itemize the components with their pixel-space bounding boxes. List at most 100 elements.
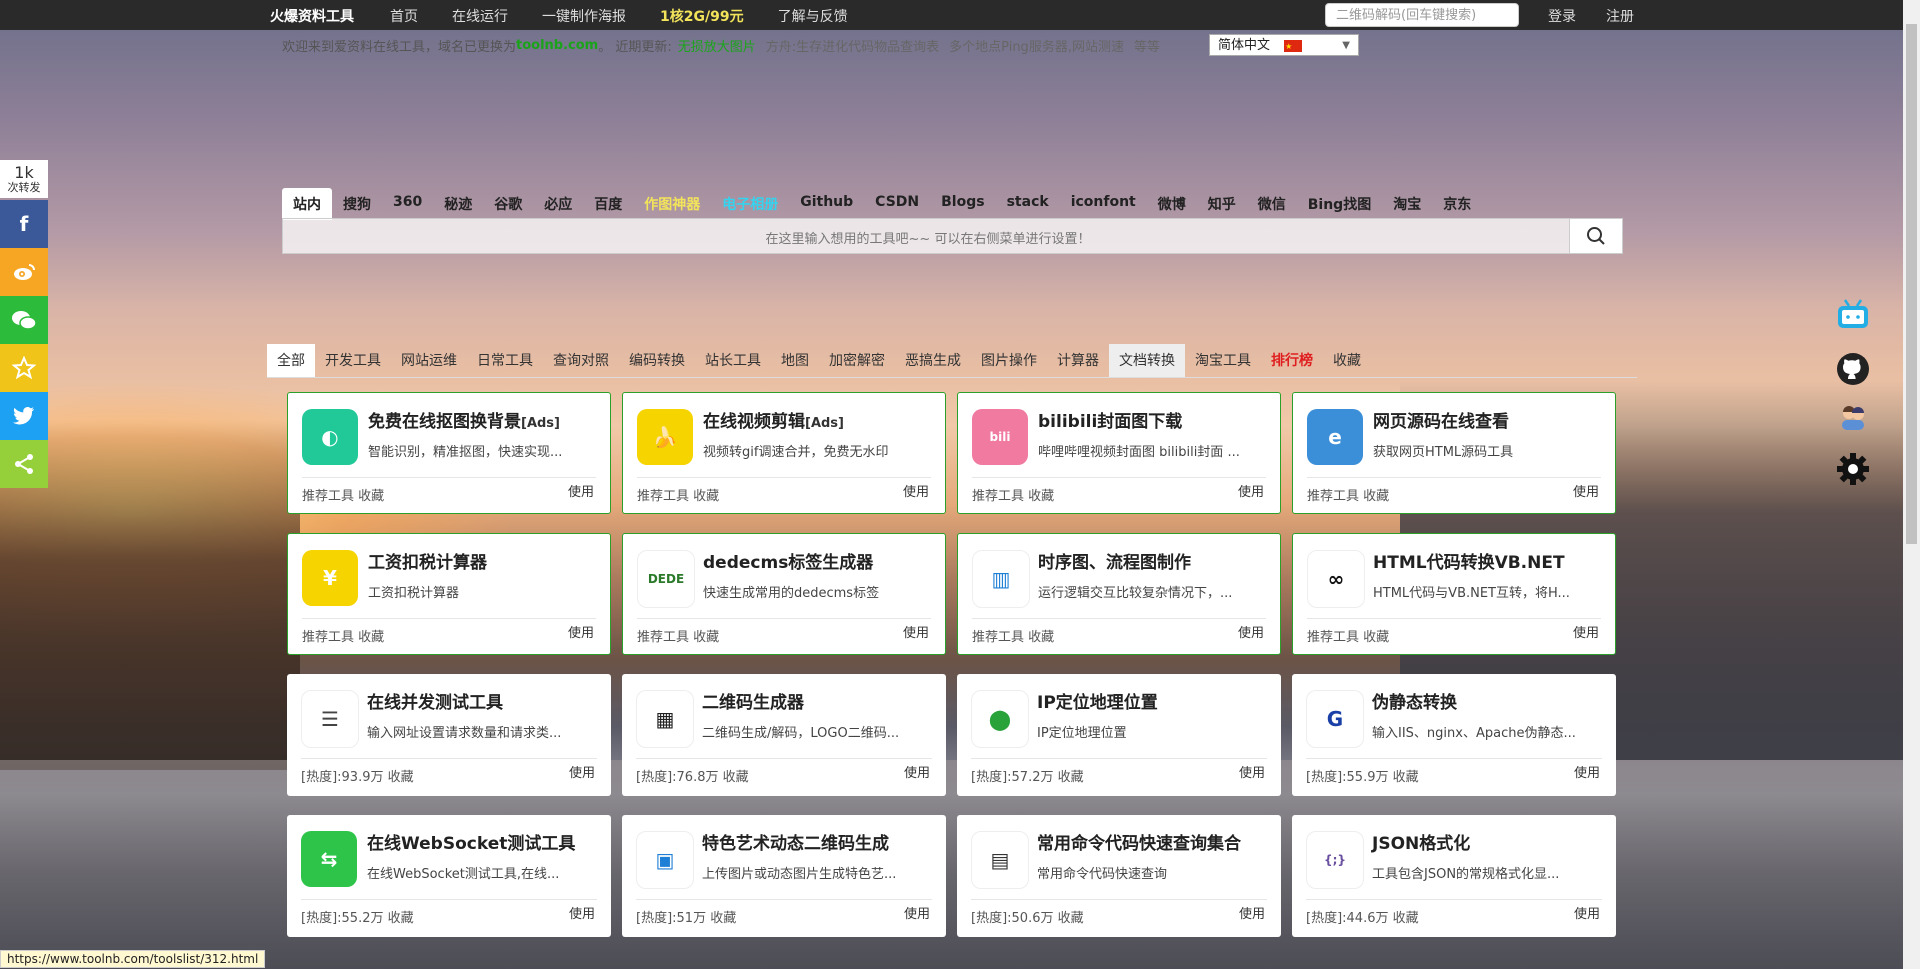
update-link[interactable]: 多个地点Ping服务器,网站测速 xyxy=(949,36,1124,55)
use-button[interactable]: 使用 xyxy=(904,762,930,781)
tool-title[interactable]: 二维码生成器 xyxy=(702,688,804,713)
tool-meta[interactable]: 推荐工具 收藏 xyxy=(972,485,1054,504)
github-icon[interactable] xyxy=(1836,352,1870,386)
tool-meta[interactable]: 推荐工具 收藏 xyxy=(1307,626,1389,645)
engine-tab[interactable]: 微信 xyxy=(1247,188,1297,220)
engine-tab[interactable]: 淘宝 xyxy=(1382,188,1432,220)
engine-tab[interactable]: 百度 xyxy=(583,188,633,220)
use-button[interactable]: 使用 xyxy=(569,903,595,922)
tool-title[interactable]: IP定位地理位置 xyxy=(1037,688,1158,713)
tool-card[interactable]: bili bilibili封面图下载 哔哩哔哩视频封面图 bilibili封面 ..… xyxy=(957,392,1281,514)
category-tab[interactable]: 编码转换 xyxy=(619,344,695,377)
use-button[interactable]: 使用 xyxy=(568,622,594,641)
twitter-share-icon[interactable] xyxy=(0,392,48,440)
tool-card[interactable]: ▤ 常用命令代码快速查询集合 常用命令代码快速查询 [热度]:50.6万 收藏 使用 xyxy=(957,815,1281,937)
qzone-share-icon[interactable] xyxy=(0,344,48,392)
language-select[interactable]: 简体中文 ▼ xyxy=(1209,34,1359,58)
category-tab[interactable]: 开发工具 xyxy=(315,344,391,377)
tool-card[interactable]: ▦ 二维码生成器 二维码生成/解码，LOGO二维码... [热度]:76.8万 收藏 使… xyxy=(622,674,946,796)
qrcode-search-input[interactable]: 二维码解码(回车键搜索) xyxy=(1325,3,1519,27)
tool-card[interactable]: ▣ 特色艺术动态二维码生成 上传图片或动态图片生成特色艺... [热度]:51万 收藏… xyxy=(622,815,946,937)
tool-title[interactable]: 在线WebSocket测试工具 xyxy=(367,829,575,854)
engine-tab[interactable]: Blogs xyxy=(930,188,995,220)
nav-server-promo[interactable]: 1核2G/99元 xyxy=(660,6,744,26)
category-tab[interactable]: 站长工具 xyxy=(695,344,771,377)
share-icon[interactable] xyxy=(0,440,48,488)
tool-meta[interactable]: [热度]:93.9万 收藏 xyxy=(301,766,414,785)
nav-poster[interactable]: 一键制作海报 xyxy=(542,6,626,26)
tool-search-input[interactable]: 在这里输入想用的工具吧~~ 可以在右侧菜单进行设置！ xyxy=(282,218,1623,254)
bilibili-tv-icon[interactable] xyxy=(1836,298,1870,332)
category-tab[interactable]: 网站运维 xyxy=(391,344,467,377)
category-tab[interactable]: 全部 xyxy=(267,344,315,377)
category-tab[interactable]: 淘宝工具 xyxy=(1185,344,1261,377)
tool-card[interactable]: ∞ HTML代码转换VB.NET HTML代码与VB.NET互转，将H... 推荐工具… xyxy=(1292,533,1616,655)
engine-tab[interactable]: 电子相册 xyxy=(711,188,789,220)
tool-title[interactable]: bilibili封面图下载 xyxy=(1038,407,1182,432)
use-button[interactable]: 使用 xyxy=(569,762,595,781)
search-button[interactable] xyxy=(1569,219,1622,253)
category-tab[interactable]: 地图 xyxy=(771,344,819,377)
category-tab[interactable]: 日常工具 xyxy=(467,344,543,377)
engine-tab[interactable]: 站内 xyxy=(282,188,332,220)
tool-meta[interactable]: 推荐工具 收藏 xyxy=(302,485,384,504)
use-button[interactable]: 使用 xyxy=(1574,762,1600,781)
gear-icon[interactable] xyxy=(1836,452,1870,486)
category-tab[interactable]: 恶搞生成 xyxy=(895,344,971,377)
avatar-icon[interactable] xyxy=(1836,400,1870,434)
tool-card[interactable]: {;} JSON格式化 工具包含JSON的常规格式化显... [热度]:44.6万 收… xyxy=(1292,815,1616,937)
tool-card[interactable]: G 伪静态转换 输入IIS、nginx、Apache伪静态... [热度]:55.9万… xyxy=(1292,674,1616,796)
tool-card[interactable]: ⇆ 在线WebSocket测试工具 在线WebSocket测试工具,在线... [热度… xyxy=(287,815,611,937)
tool-meta[interactable]: 推荐工具 收藏 xyxy=(637,485,719,504)
category-tab[interactable]: 查询对照 xyxy=(543,344,619,377)
engine-tab[interactable]: 搜狗 xyxy=(332,188,382,220)
use-button[interactable]: 使用 xyxy=(1238,481,1264,500)
facebook-share-icon[interactable]: f xyxy=(0,200,48,248)
engine-tab[interactable]: 秘迹 xyxy=(433,188,483,220)
category-tab[interactable]: 图片操作 xyxy=(971,344,1047,377)
engine-tab[interactable]: 谷歌 xyxy=(483,188,533,220)
use-button[interactable]: 使用 xyxy=(568,481,594,500)
engine-tab[interactable]: 知乎 xyxy=(1197,188,1247,220)
engine-tab[interactable]: stack xyxy=(996,188,1060,220)
tool-title[interactable]: HTML代码转换VB.NET xyxy=(1373,548,1565,573)
tool-title[interactable]: 时序图、流程图制作 xyxy=(1038,548,1191,573)
use-button[interactable]: 使用 xyxy=(1573,622,1599,641)
domain-link[interactable]: toolnb.com xyxy=(516,38,598,53)
tool-meta[interactable]: [热度]:51万 收藏 xyxy=(636,907,736,926)
tool-card[interactable]: ⬤ IP定位地理位置 IP定位地理位置 [热度]:57.2万 收藏 使用 xyxy=(957,674,1281,796)
tool-meta[interactable]: [热度]:55.9万 收藏 xyxy=(1306,766,1419,785)
tool-meta[interactable]: [热度]:50.6万 收藏 xyxy=(971,907,1084,926)
scrollbar-thumb[interactable] xyxy=(1906,24,1917,544)
use-button[interactable]: 使用 xyxy=(1238,622,1264,641)
use-button[interactable]: 使用 xyxy=(903,622,929,641)
tool-card[interactable]: ¥ 工资扣税计算器 工资扣税计算器 推荐工具 收藏 使用 xyxy=(287,533,611,655)
tool-card[interactable]: ☰ 在线并发测试工具 输入网址设置请求数量和请求类... [热度]:93.9万 收藏 使… xyxy=(287,674,611,796)
engine-tab[interactable]: 360 xyxy=(382,188,433,220)
engine-tab[interactable]: iconfont xyxy=(1060,188,1147,220)
use-button[interactable]: 使用 xyxy=(1573,481,1599,500)
category-tab[interactable]: 文档转换 xyxy=(1109,344,1185,377)
tool-title[interactable]: 工资扣税计算器 xyxy=(368,548,487,573)
tool-meta[interactable]: 推荐工具 收藏 xyxy=(1307,485,1389,504)
tool-meta[interactable]: [热度]:57.2万 收藏 xyxy=(971,766,1084,785)
use-button[interactable]: 使用 xyxy=(904,903,930,922)
engine-tab[interactable]: 微博 xyxy=(1147,188,1197,220)
use-button[interactable]: 使用 xyxy=(1239,762,1265,781)
nav-home[interactable]: 首页 xyxy=(390,6,418,26)
tool-card[interactable]: ▥ 时序图、流程图制作 运行逻辑交互比较复杂情况下，... 推荐工具 收藏 使用 xyxy=(957,533,1281,655)
category-tab[interactable]: 加密解密 xyxy=(819,344,895,377)
tool-meta[interactable]: 推荐工具 收藏 xyxy=(637,626,719,645)
wechat-share-icon[interactable] xyxy=(0,296,48,344)
engine-tab[interactable]: Bing找图 xyxy=(1297,188,1382,220)
tool-title[interactable]: dedecms标签生成器 xyxy=(703,548,873,573)
weibo-share-icon[interactable] xyxy=(0,248,48,296)
site-logo[interactable]: 火爆资料工具 xyxy=(270,6,354,26)
engine-tab[interactable]: 作图神器 xyxy=(633,188,711,220)
page-scrollbar[interactable] xyxy=(1903,0,1920,969)
engine-tab[interactable]: CSDN xyxy=(864,188,930,220)
nav-feedback[interactable]: 了解与反馈 xyxy=(778,6,848,26)
tool-title[interactable]: 常用命令代码快速查询集合 xyxy=(1037,829,1241,854)
login-link[interactable]: 登录 xyxy=(1548,6,1576,26)
update-link[interactable]: 无损放大图片 xyxy=(678,36,756,55)
